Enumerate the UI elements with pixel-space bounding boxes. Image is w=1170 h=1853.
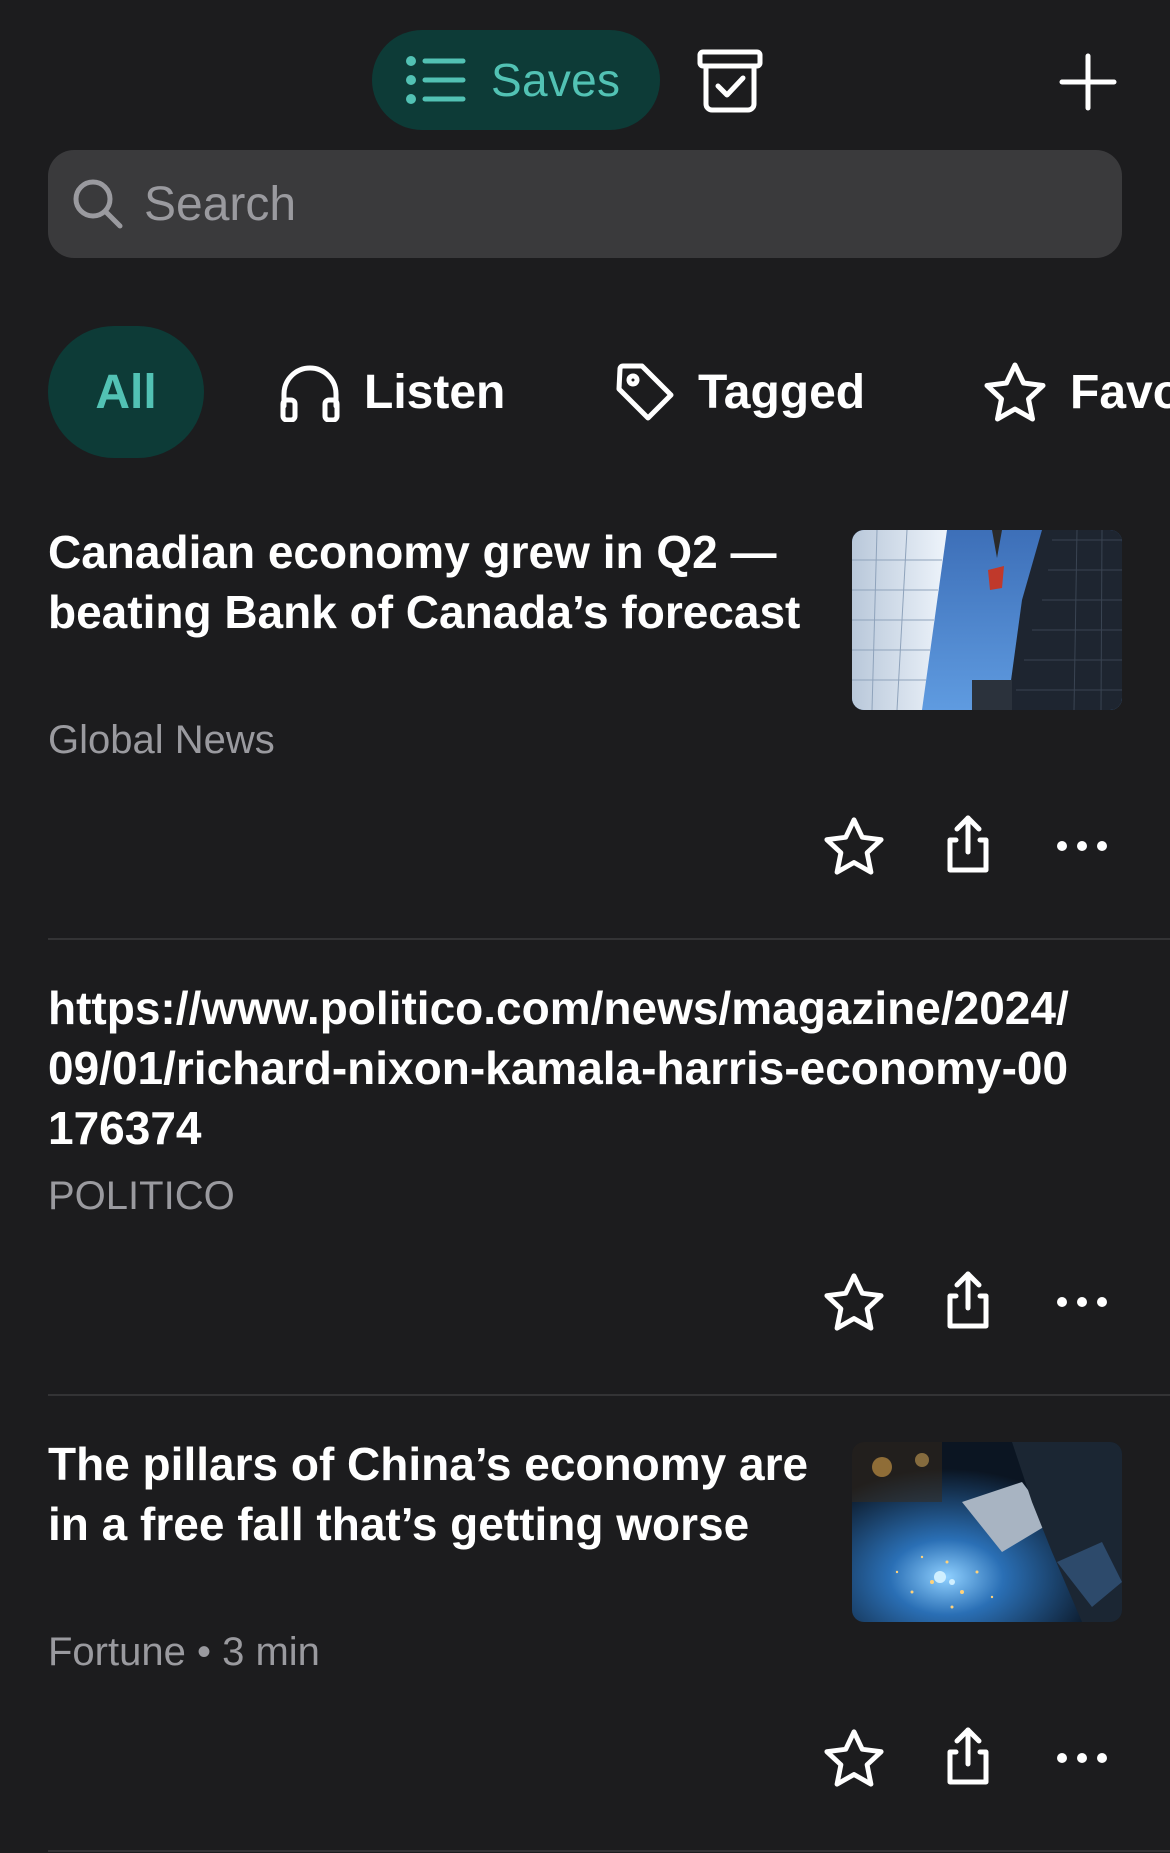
filter-favorites[interactable]: Favo — [982, 326, 1170, 458]
favorite-button[interactable] — [822, 1270, 886, 1334]
filter-favorites-label: Favo — [1070, 365, 1170, 419]
share-icon — [947, 1271, 989, 1329]
more-button[interactable] — [1050, 1270, 1114, 1334]
star-icon — [824, 1273, 884, 1331]
welding-sparks-image — [852, 1442, 1122, 1622]
more-icon — [1057, 841, 1107, 851]
filter-all[interactable]: All — [48, 326, 204, 458]
favorite-button[interactable] — [822, 814, 886, 878]
add-button[interactable] — [1058, 52, 1118, 112]
item-thumbnail[interactable] — [852, 530, 1122, 710]
item-thumbnail[interactable] — [852, 1442, 1122, 1622]
archive-button[interactable] — [696, 46, 766, 116]
list-item[interactable]: The pillars of China’s economy are in a … — [48, 1434, 1170, 1814]
filter-listen[interactable]: Listen — [278, 326, 505, 458]
more-icon — [1057, 1753, 1107, 1763]
star-icon — [824, 1729, 884, 1787]
search-icon — [73, 179, 123, 229]
item-title[interactable]: Canadian economy grew in Q2 — beating Ba… — [48, 522, 818, 642]
divider — [48, 1850, 1170, 1852]
filter-tagged[interactable]: Tagged — [614, 326, 865, 458]
tag-icon — [616, 363, 674, 421]
list-item[interactable]: https://www.politico.com/news/magazine/2… — [48, 978, 1170, 1358]
saves-label: Saves — [491, 54, 621, 106]
more-button[interactable] — [1050, 814, 1114, 878]
share-button[interactable] — [936, 812, 1000, 876]
item-source: Global News — [48, 718, 275, 762]
more-button[interactable] — [1050, 1726, 1114, 1790]
share-icon — [947, 815, 989, 873]
list-item[interactable]: Canadian economy grew in Q2 — beating Ba… — [48, 522, 1170, 902]
share-button[interactable] — [936, 1724, 1000, 1788]
search-bar[interactable] — [48, 150, 1122, 258]
share-button[interactable] — [936, 1268, 1000, 1332]
archive-check-icon — [697, 49, 763, 113]
filter-bar: All Listen Tagged Favo — [0, 326, 1170, 458]
search-input[interactable] — [144, 176, 1044, 232]
filter-tagged-label: Tagged — [698, 365, 866, 419]
share-icon — [947, 1727, 989, 1785]
divider — [48, 1394, 1170, 1396]
saves-button[interactable]: Saves — [372, 30, 660, 130]
item-title[interactable]: https://www.politico.com/news/magazine/2… — [48, 978, 1088, 1158]
item-source: POLITICO — [48, 1174, 235, 1218]
headphones-icon — [280, 365, 340, 422]
item-source: Fortune • 3 min — [48, 1630, 320, 1674]
divider — [48, 938, 1170, 940]
star-icon — [984, 362, 1046, 422]
more-icon — [1057, 1297, 1107, 1307]
filter-all-label: All — [95, 365, 157, 419]
favorite-button[interactable] — [822, 1726, 886, 1790]
star-icon — [824, 817, 884, 875]
item-title[interactable]: The pillars of China’s economy are in a … — [48, 1434, 818, 1554]
plus-icon — [1059, 53, 1117, 111]
top-bar: Saves — [0, 0, 1170, 150]
list-icon — [406, 56, 466, 104]
filter-listen-label: Listen — [364, 365, 506, 419]
skyscrapers-image — [852, 530, 1122, 710]
